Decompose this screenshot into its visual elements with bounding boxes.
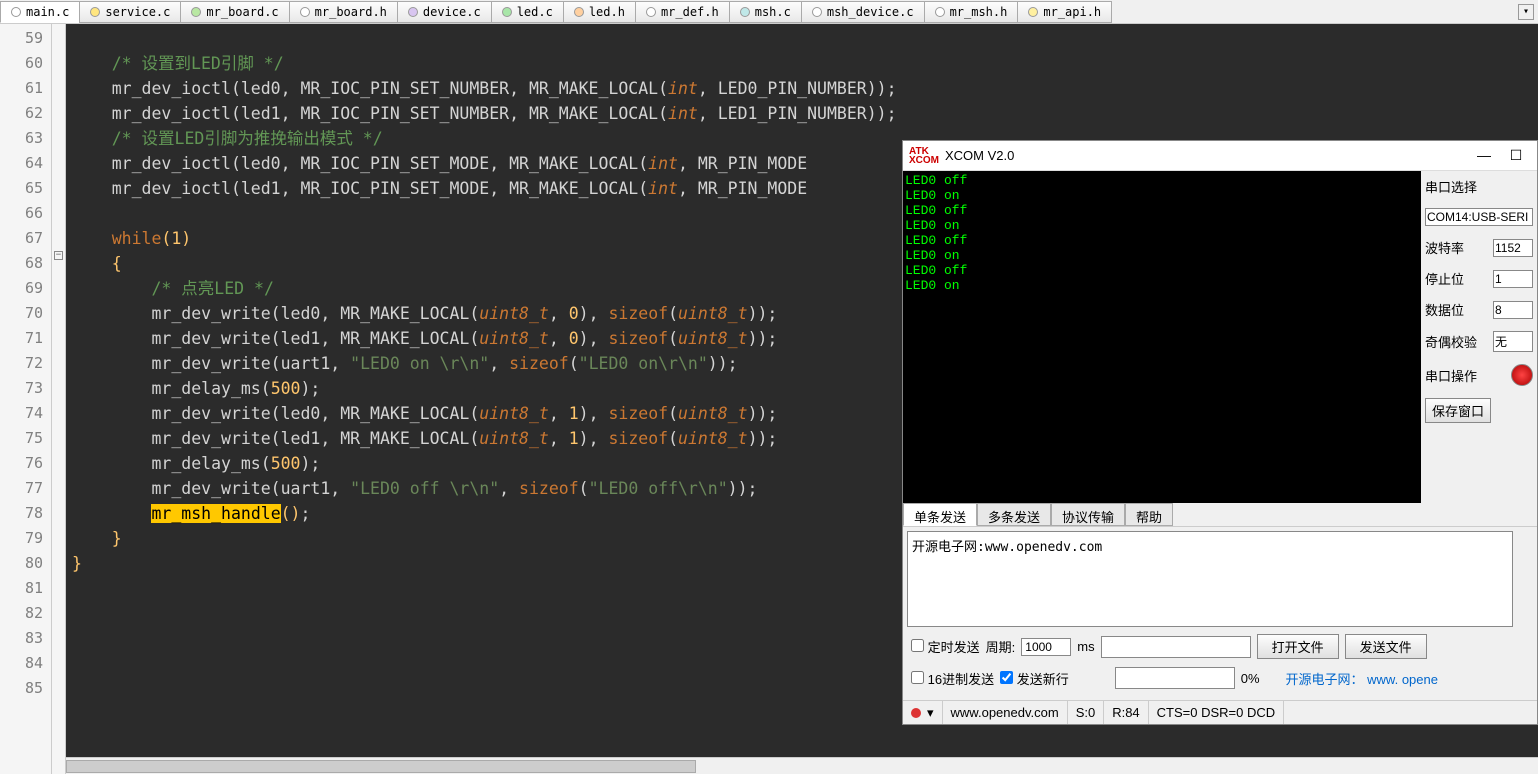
send-file-button[interactable]: 发送文件 bbox=[1345, 634, 1427, 659]
stop-label: 停止位 bbox=[1425, 269, 1464, 288]
period-label: 周期: bbox=[986, 637, 1016, 656]
period-unit: ms bbox=[1077, 639, 1094, 654]
file-tab-msh-c[interactable]: msh.c bbox=[729, 1, 802, 23]
timed-send-checkbox[interactable]: 定时发送 bbox=[911, 637, 980, 656]
baud-label: 波特率 bbox=[1425, 238, 1464, 257]
file-tab-service-c[interactable]: service.c bbox=[79, 1, 181, 23]
stop-select[interactable]: 1 bbox=[1493, 270, 1533, 288]
status-site[interactable]: www.openedv.com bbox=[943, 701, 1068, 724]
xcom-title: XCOM V2.0 bbox=[945, 148, 1469, 163]
file-tab-led-c[interactable]: led.c bbox=[491, 1, 564, 23]
fold-marker-icon[interactable]: − bbox=[54, 251, 63, 260]
parity-label: 奇偶校验 bbox=[1425, 332, 1477, 351]
data-select[interactable]: 8 bbox=[1493, 301, 1533, 319]
xcom-tab-1[interactable]: 多条发送 bbox=[977, 503, 1051, 526]
status-dot-icon bbox=[911, 708, 921, 718]
xcom-tab-2[interactable]: 协议传输 bbox=[1051, 503, 1125, 526]
website-link[interactable]: 开源电子网： www. opene bbox=[1286, 669, 1438, 688]
dropdown-icon[interactable]: ▾ bbox=[927, 705, 934, 721]
file-tab-device-c[interactable]: device.c bbox=[397, 1, 492, 23]
file-tab-mr_board-c[interactable]: mr_board.c bbox=[180, 1, 289, 23]
port-select[interactable]: COM14:USB-SERI bbox=[1425, 208, 1533, 226]
open-file-button[interactable]: 打开文件 bbox=[1257, 634, 1339, 659]
minimize-button[interactable]: — bbox=[1469, 145, 1499, 167]
record-button[interactable] bbox=[1511, 364, 1533, 386]
file-tab-mr_msh-h[interactable]: mr_msh.h bbox=[924, 1, 1019, 23]
parity-select[interactable]: 无 bbox=[1493, 331, 1533, 352]
xcom-tab-0[interactable]: 单条发送 bbox=[903, 503, 977, 526]
line-gutter: 5960616263646566676869707172737475767778… bbox=[0, 24, 52, 774]
send-textarea[interactable] bbox=[907, 531, 1513, 627]
xcom-statusbar: ▾ www.openedv.com S:0 R:84 CTS=0 DSR=0 D… bbox=[903, 700, 1537, 724]
file-tab-msh_device-c[interactable]: msh_device.c bbox=[801, 1, 925, 23]
xcom-logo-icon: ATKXCOM bbox=[909, 147, 939, 165]
file-tab-mr_def-h[interactable]: mr_def.h bbox=[635, 1, 730, 23]
status-sent: S:0 bbox=[1068, 701, 1105, 724]
terminal-output[interactable]: LED0 off LED0 on LED0 off LED0 on LED0 o… bbox=[903, 171, 1421, 503]
hex-send-checkbox[interactable]: 16进制发送 bbox=[911, 669, 994, 688]
fold-column: − bbox=[52, 24, 66, 774]
status-cts: CTS=0 DSR=0 DCD bbox=[1149, 701, 1284, 724]
data-label: 数据位 bbox=[1425, 300, 1464, 319]
tabs-dropdown-icon[interactable]: ▾ bbox=[1518, 4, 1534, 20]
xcom-window: ATKXCOM XCOM V2.0 — ☐ LED0 off LED0 on L… bbox=[902, 140, 1538, 725]
send-newline-checkbox[interactable]: 发送新行 bbox=[1000, 669, 1069, 688]
period-input[interactable] bbox=[1021, 638, 1071, 656]
file-path-box[interactable] bbox=[1101, 636, 1251, 658]
status-recv: R:84 bbox=[1104, 701, 1148, 724]
baud-select[interactable]: 1152 bbox=[1493, 239, 1533, 257]
port-label: 串口选择 bbox=[1425, 177, 1477, 196]
file-tab-main-c[interactable]: main.c bbox=[0, 1, 80, 23]
op-label: 串口操作 bbox=[1425, 366, 1477, 385]
horizontal-scrollbar[interactable] bbox=[66, 757, 1538, 774]
progress-bar bbox=[1115, 667, 1235, 689]
maximize-button[interactable]: ☐ bbox=[1501, 145, 1531, 167]
xcom-tabs: 单条发送多条发送协议传输帮助 bbox=[903, 503, 1537, 527]
file-tab-mr_api-h[interactable]: mr_api.h bbox=[1017, 1, 1112, 23]
xcom-tab-3[interactable]: 帮助 bbox=[1125, 503, 1173, 526]
file-tab-mr_board-h[interactable]: mr_board.h bbox=[289, 1, 398, 23]
xcom-titlebar[interactable]: ATKXCOM XCOM V2.0 — ☐ bbox=[903, 141, 1537, 171]
progress-pct: 0% bbox=[1241, 671, 1260, 686]
file-tab-led-h[interactable]: led.h bbox=[563, 1, 636, 23]
file-tabs: main.cservice.cmr_board.cmr_board.hdevic… bbox=[0, 0, 1538, 24]
serial-settings: 串口选择 COM14:USB-SERI 波特率 1152 停止位 1 数据位 8 奇偶… bbox=[1421, 171, 1537, 503]
save-window-button[interactable]: 保存窗口 bbox=[1425, 398, 1491, 423]
